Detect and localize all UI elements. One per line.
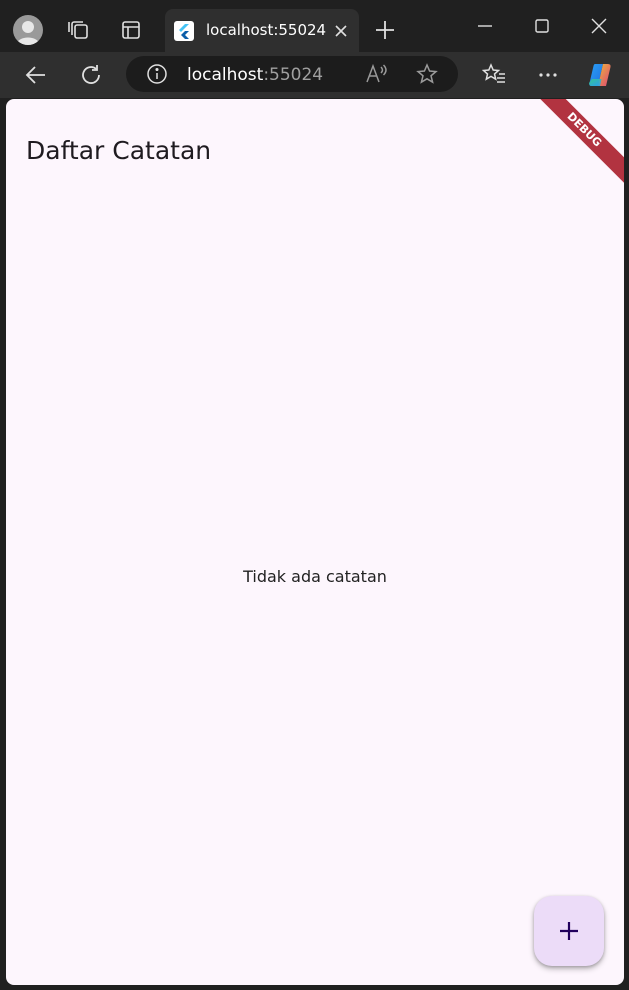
profile-avatar-icon[interactable] — [13, 15, 43, 45]
close-window-icon[interactable] — [587, 14, 611, 38]
maximize-icon[interactable] — [530, 14, 554, 38]
add-icon — [560, 922, 578, 940]
close-tab-icon[interactable] — [329, 19, 353, 43]
address-bar[interactable]: localhost:55024 — [126, 56, 458, 92]
flutter-favicon-icon — [174, 21, 194, 41]
browser-title-bar: localhost:55024 — [0, 0, 629, 52]
browser-toolbar: localhost:55024 — [0, 52, 629, 98]
address-port: :55024 — [263, 65, 324, 85]
app-viewport: Daftar Catatan Tidak ada catatan DEBUG — [6, 99, 624, 985]
address-url: localhost:55024 — [187, 65, 323, 85]
add-note-button[interactable] — [534, 896, 604, 966]
tab-actions-icon[interactable] — [119, 18, 143, 42]
empty-state-message: Tidak ada catatan — [243, 567, 387, 586]
copilot-icon[interactable] — [586, 61, 614, 89]
site-info-icon[interactable] — [146, 63, 168, 85]
favorites-list-icon[interactable] — [481, 62, 507, 88]
new-tab-icon[interactable] — [373, 18, 397, 42]
refresh-icon[interactable] — [78, 62, 104, 88]
tab-title: localhost:55024 — [206, 21, 327, 39]
more-options-icon[interactable] — [535, 62, 561, 88]
favorite-star-icon[interactable] — [415, 63, 439, 85]
address-host: localhost — [187, 65, 264, 85]
debug-banner: DEBUG — [528, 99, 624, 186]
browser-tab-active[interactable]: localhost:55024 — [165, 9, 359, 52]
minimize-icon[interactable] — [473, 14, 497, 38]
back-arrow-icon[interactable] — [23, 62, 49, 88]
workspaces-icon[interactable] — [66, 18, 92, 42]
page-title: Daftar Catatan — [26, 135, 212, 165]
read-aloud-icon[interactable] — [364, 63, 388, 85]
